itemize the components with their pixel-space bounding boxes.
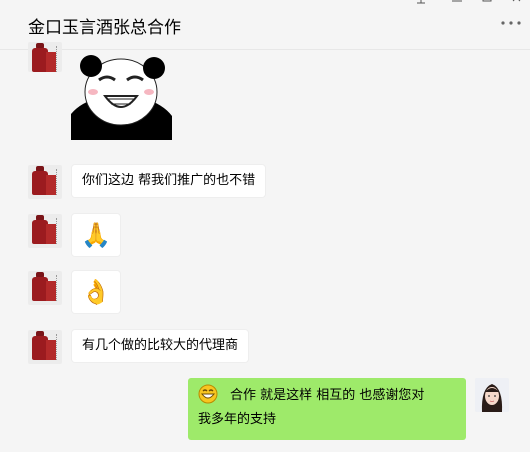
maximize-icon[interactable] — [477, 0, 497, 8]
ok-hand-emoji: 👌 — [81, 278, 111, 306]
message-text: 你们这边 帮我们推广的也不错 — [82, 173, 256, 188]
message-bubble: 有几个做的比较大的代理商 — [72, 330, 249, 362]
message-bubble: 你们这边 帮我们推广的也不错 — [72, 165, 266, 197]
my-avatar[interactable] — [475, 378, 509, 412]
my-message-bubble: 合作 就是这样 相互的 也感谢您对 我多年的支持 — [188, 378, 466, 440]
panda-meme-sticker[interactable] — [71, 52, 172, 140]
contact-avatar[interactable] — [28, 214, 62, 248]
message-text: 有几个做的比较大的代理商 — [82, 338, 239, 353]
message-text-continued: 我多年的支持 — [198, 412, 277, 427]
chat-title: 金口玉言酒张总合作 — [28, 18, 181, 38]
contact-avatar[interactable] — [28, 165, 62, 199]
chat-header: 金口玉言酒张总合作 — [0, 0, 530, 50]
close-icon[interactable] — [507, 0, 527, 8]
more-horizontal-icon[interactable] — [500, 16, 522, 30]
message-text: 合作 就是这样 相互的 也感谢您对 — [230, 388, 425, 403]
minimize-icon[interactable] — [447, 0, 467, 8]
contact-avatar[interactable] — [28, 330, 62, 364]
folded-hands-emoji: 🙏 — [81, 221, 111, 249]
message-bubble: 👌 — [72, 271, 120, 313]
contact-avatar[interactable] — [28, 271, 62, 305]
pin-icon[interactable] — [411, 0, 431, 8]
message-bubble: 🙏 — [72, 214, 120, 256]
grinning-face-icon — [198, 384, 218, 404]
contact-avatar[interactable] — [28, 42, 62, 72]
